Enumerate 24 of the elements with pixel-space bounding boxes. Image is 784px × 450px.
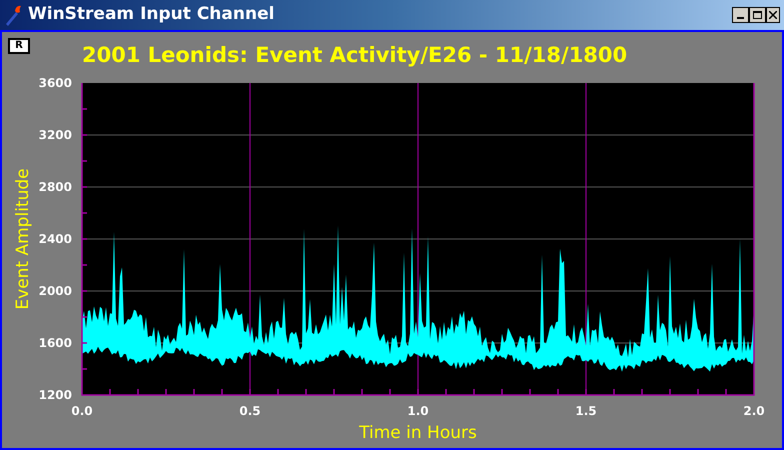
close-button[interactable] <box>766 7 780 23</box>
x-tick-label: 1.5 <box>575 404 597 418</box>
window-title: WinStream Input Channel <box>28 3 276 26</box>
y-axis-label: Event Amplitude <box>13 168 33 310</box>
x-tick-label: 0.5 <box>239 404 261 418</box>
y-tick-label: 1200 <box>38 388 72 402</box>
y-tick-label: 2800 <box>38 180 72 194</box>
y-tick-label: 1600 <box>38 336 72 350</box>
x-tick-label: 1.0 <box>407 404 429 418</box>
y-tick-label: 3600 <box>38 76 72 90</box>
y-tick-label: 2000 <box>38 284 72 298</box>
minimize-button[interactable] <box>732 7 749 23</box>
torch-icon <box>4 4 24 26</box>
close-icon <box>769 11 777 19</box>
x-axis-label: Time in Hours <box>359 423 477 443</box>
maximize-icon <box>753 11 762 19</box>
y-tick-label: 3200 <box>38 128 72 142</box>
restore-button[interactable]: R <box>8 38 30 54</box>
chart-title: 2001 Leonids: Event Activity/E26 - 11/18/1800 <box>82 42 628 69</box>
x-tick-label: 2.0 <box>743 404 765 418</box>
maximize-button[interactable] <box>749 7 766 23</box>
minimize-icon <box>737 17 744 19</box>
x-tick-label: 0.0 <box>71 404 93 418</box>
y-tick-label: 2400 <box>38 232 72 246</box>
